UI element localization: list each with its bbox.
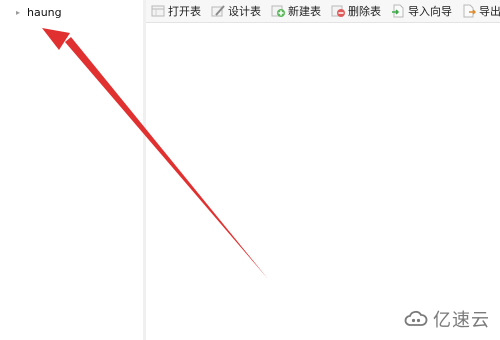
cloud-logo-icon [404,310,428,326]
annotation-arrow [42,28,268,279]
watermark: 亿速云 [404,306,490,332]
watermark-text: 亿速云 [433,310,490,331]
